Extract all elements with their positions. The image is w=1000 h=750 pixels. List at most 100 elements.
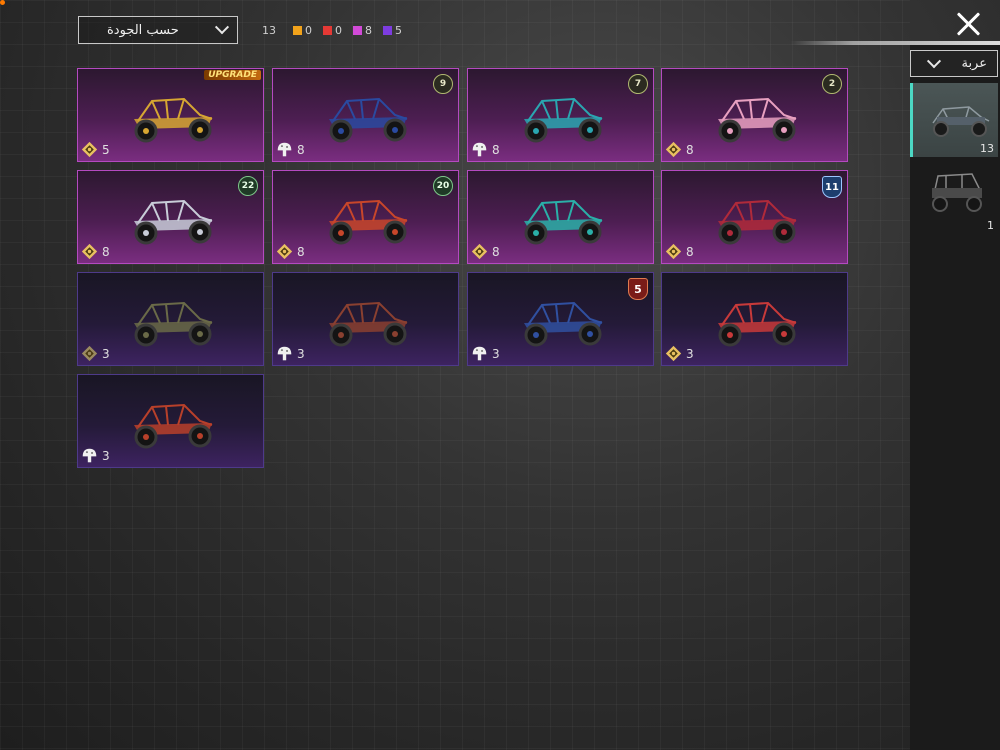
vehicle-skin-card[interactable]: 3	[661, 272, 848, 366]
buggy-skin-image	[329, 199, 408, 245]
vehicle-skin-card[interactable]: 20 8	[272, 170, 459, 264]
chevron-down-icon	[214, 20, 230, 35]
sidebar-item-buggy[interactable]: 13	[910, 83, 998, 157]
buggy-skin-image	[524, 301, 603, 347]
sort-dropdown-label: حسب الجودة	[107, 22, 179, 38]
upgrade-badge: UPGRADE	[204, 70, 261, 80]
vehicle-skin-card[interactable]: 3	[77, 272, 264, 366]
crest-icon	[276, 243, 293, 260]
category-dropdown-label: عربة	[961, 56, 987, 71]
vehicle-skin-card[interactable]: 28	[661, 68, 848, 162]
card-tier: 3	[471, 345, 500, 362]
vehicle-skin-card[interactable]: 78	[467, 68, 654, 162]
crest-icon	[665, 141, 682, 158]
season-badge: 2	[822, 74, 842, 94]
quality-color-swatch	[323, 26, 332, 35]
quality-count-item: 5	[383, 24, 402, 37]
quality-count-value: 8	[365, 24, 372, 37]
season-badge: 22	[238, 176, 258, 196]
crest-icon	[471, 243, 488, 260]
card-tier: 5	[81, 141, 110, 158]
card-level: 3	[297, 346, 305, 361]
quality-count-value: 0	[305, 24, 312, 37]
card-tier: 8	[471, 141, 500, 158]
buggy-skin-image	[718, 97, 797, 143]
buggy-skin-image	[329, 301, 408, 347]
card-tier: 3	[81, 345, 110, 362]
card-level: 8	[102, 244, 110, 259]
card-tier: 8	[665, 243, 694, 260]
buggy-skin-image	[134, 97, 213, 143]
card-tier: 8	[276, 243, 305, 260]
card-level: 8	[686, 244, 694, 259]
card-level: 8	[686, 142, 694, 157]
buggy-skin-image	[329, 97, 408, 143]
vehicle-skin-card[interactable]: 3	[272, 272, 459, 366]
vehicle-skin-card[interactable]: 11 8	[661, 170, 848, 264]
mushroom-icon	[472, 346, 487, 361]
quality-color-swatch	[353, 26, 362, 35]
vehicle-inventory-screen: حسب الجودة 13 0085 عربة 13 1 UPGRADE 5 9…	[0, 0, 1000, 750]
buggy-skin-image	[524, 97, 603, 143]
season-badge: 7	[628, 74, 648, 94]
card-level: 8	[297, 142, 305, 157]
card-level: 8	[492, 244, 500, 259]
sort-dropdown[interactable]: حسب الجودة	[78, 16, 238, 44]
buggy-skin-image	[718, 301, 797, 347]
sidebar-item-count: 13	[980, 142, 994, 155]
card-level: 8	[492, 142, 500, 157]
vehicle-skin-card[interactable]: 22 8	[77, 170, 264, 264]
vehicle-skin-card[interactable]: 8	[467, 170, 654, 264]
buggy-skin-image	[718, 199, 797, 245]
buggy-icon	[932, 106, 990, 137]
season-badge: 20	[433, 176, 453, 196]
card-level: 3	[492, 346, 500, 361]
vehicle-skin-card[interactable]: 3	[77, 374, 264, 468]
quality-count-item: 8	[353, 24, 372, 37]
category-dropdown[interactable]: عربة	[910, 50, 998, 77]
card-tier: 8	[81, 243, 110, 260]
season-badge: 9	[433, 74, 453, 94]
card-tier: 3	[81, 447, 110, 464]
buggy-skin-image	[134, 301, 213, 347]
crest-icon	[81, 141, 98, 158]
crest-icon	[665, 345, 682, 362]
season-badge: 5	[628, 278, 648, 300]
crest-icon	[81, 243, 98, 260]
card-level: 3	[102, 448, 110, 463]
mushroom-icon	[277, 346, 292, 361]
season-badge: 11	[822, 176, 842, 198]
close-button[interactable]	[955, 10, 983, 38]
card-level: 8	[297, 244, 305, 259]
sidebar-item-count: 1	[987, 219, 994, 232]
card-level: 5	[102, 142, 110, 157]
vehicle-skin-card[interactable]: 53	[467, 272, 654, 366]
buggy-skin-image	[134, 199, 213, 245]
card-tier: 8	[276, 141, 305, 158]
quality-legend: 0 0 8 5	[293, 24, 402, 37]
status-dot	[0, 0, 5, 5]
card-tier: 3	[665, 345, 694, 362]
card-tier: 8	[471, 243, 500, 260]
total-count: 13	[262, 24, 276, 37]
quality-count-item: 0	[293, 24, 312, 37]
quality-color-swatch	[383, 26, 392, 35]
chevron-down-icon	[926, 53, 942, 68]
card-tier: 3	[276, 345, 305, 362]
card-level: 3	[102, 346, 110, 361]
vehicle-skin-card[interactable]: UPGRADE 5	[77, 68, 264, 162]
quality-count-value: 0	[335, 24, 342, 37]
mushroom-icon	[82, 448, 97, 463]
card-tier: 8	[665, 141, 694, 158]
quality-count-item: 0	[323, 24, 342, 37]
quality-count-value: 5	[395, 24, 402, 37]
vehicle-skin-card[interactable]: 98	[272, 68, 459, 162]
mushroom-icon	[277, 142, 292, 157]
quality-color-swatch	[293, 26, 302, 35]
sidebar-item-utv[interactable]: 1	[910, 160, 998, 234]
mushroom-icon	[472, 142, 487, 157]
card-level: 3	[686, 346, 694, 361]
buggy-skin-image	[134, 403, 213, 449]
crest-icon	[81, 345, 98, 362]
crest-icon	[665, 243, 682, 260]
